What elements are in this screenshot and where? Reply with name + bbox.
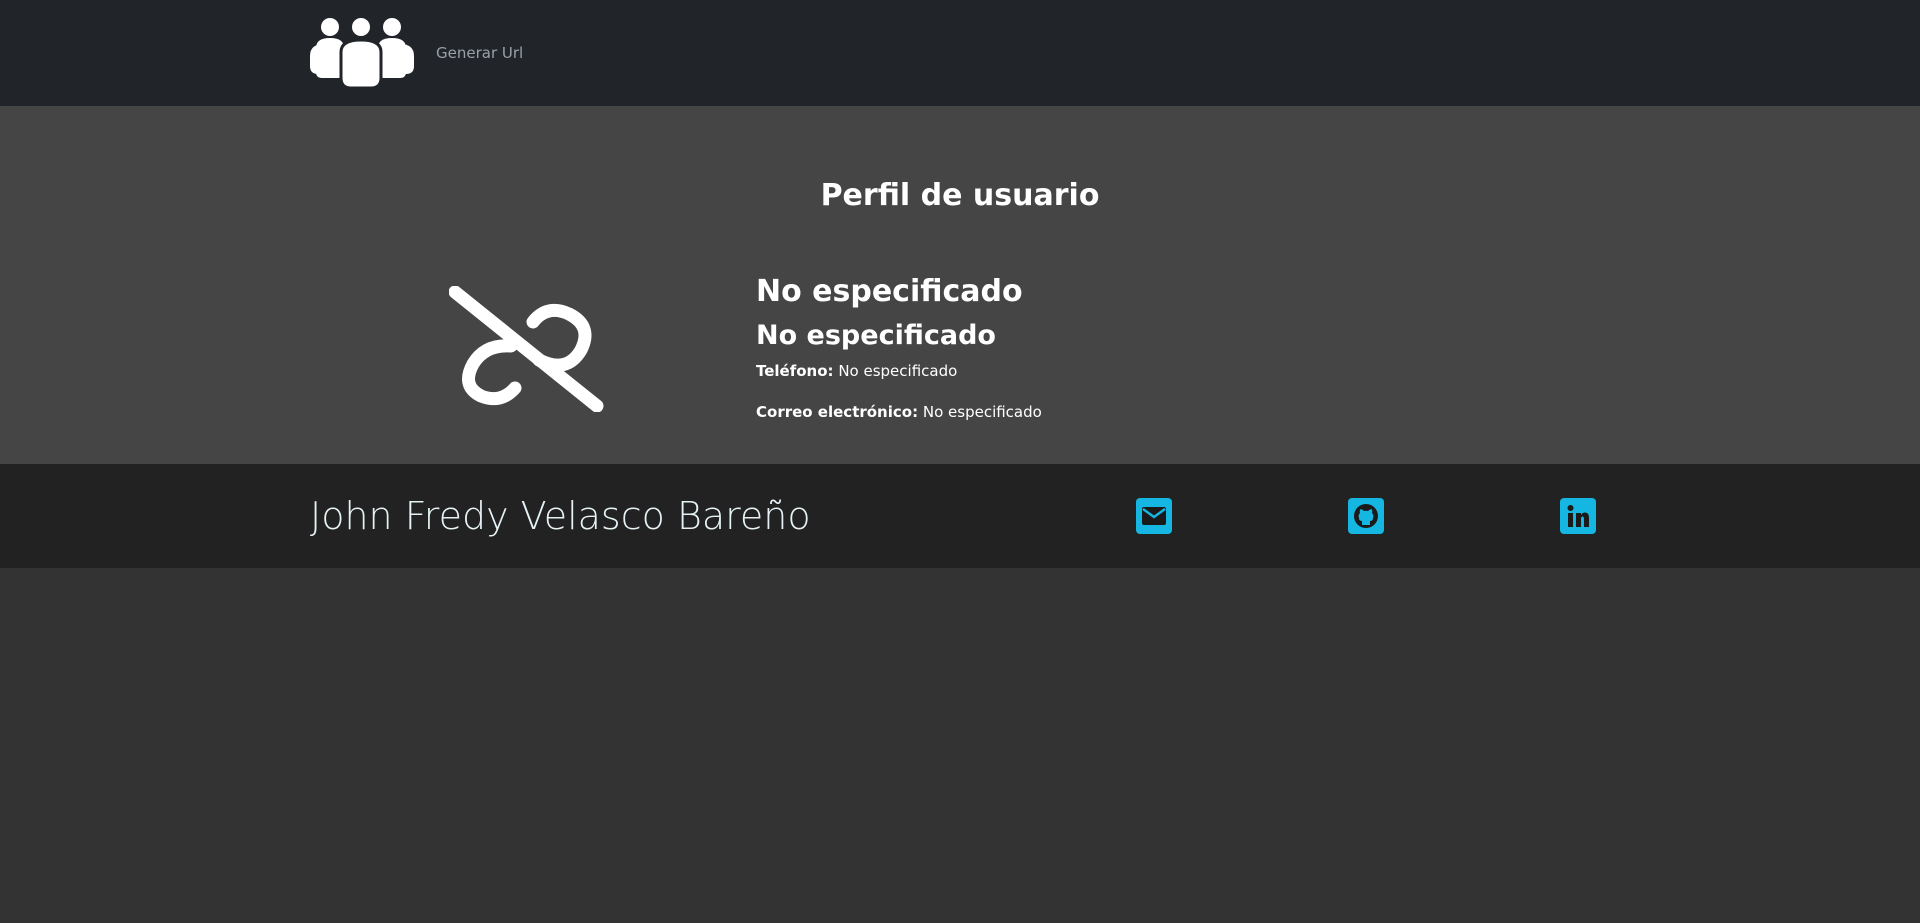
brand-logo[interactable] xyxy=(310,16,414,90)
users-group-icon xyxy=(310,16,414,90)
envelope-icon xyxy=(1142,507,1166,525)
linkedin-icon xyxy=(1567,505,1589,527)
email-link[interactable] xyxy=(1136,498,1172,534)
phone-label: Teléfono: xyxy=(756,362,834,380)
github-link[interactable] xyxy=(1348,498,1384,534)
phone-value: No especificado xyxy=(838,362,958,380)
phone-info: Teléfono: No especificado xyxy=(756,362,957,380)
profile-name: No especificado xyxy=(756,274,1023,309)
github-icon xyxy=(1354,504,1378,528)
page-title: Perfil de usuario xyxy=(820,178,1100,213)
email-value: No especificado xyxy=(922,403,1042,421)
generate-url-link[interactable]: Generar Url xyxy=(436,44,523,62)
avatar xyxy=(448,285,605,413)
profile-surname: No especificado xyxy=(756,320,996,351)
footer: John Fredy Velasco Bareño xyxy=(0,464,1920,568)
profile-section: Perfil de usuario No especificado No esp… xyxy=(0,106,1920,464)
broken-link-icon xyxy=(448,285,604,413)
linkedin-link[interactable] xyxy=(1560,498,1596,534)
email-info: Correo electrónico: No especificado xyxy=(756,403,1042,421)
author-name: John Fredy Velasco Bareño xyxy=(310,494,811,538)
email-label: Correo electrónico: xyxy=(756,403,919,421)
navbar: Generar Url xyxy=(0,0,1920,106)
